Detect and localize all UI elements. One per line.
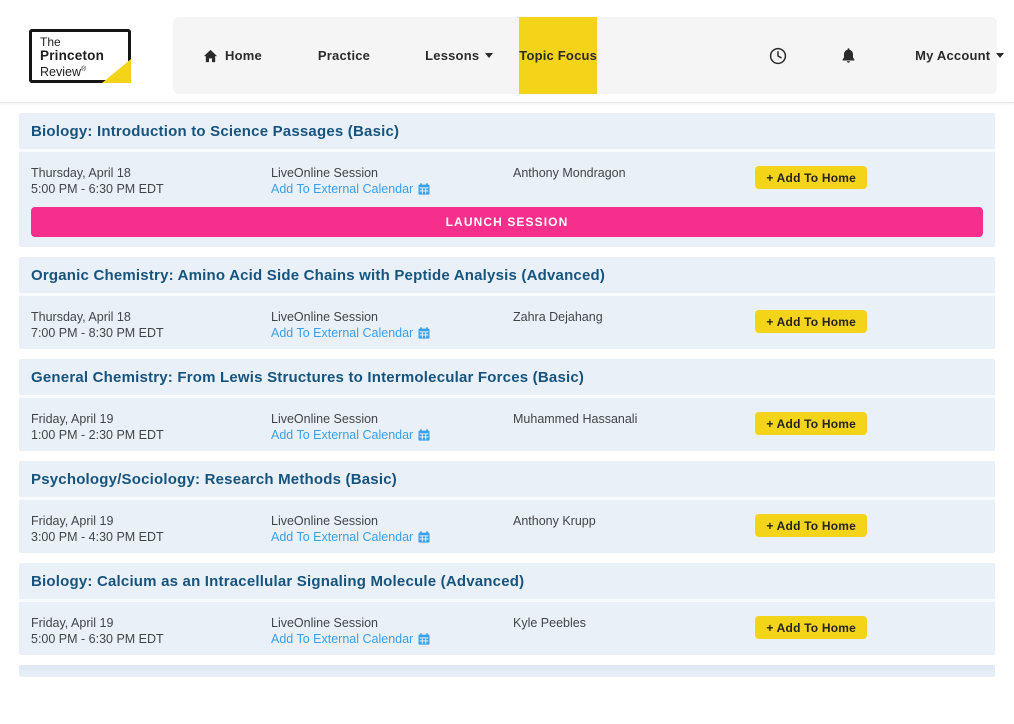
clock-button[interactable] bbox=[769, 47, 787, 65]
session-time: 1:00 PM - 2:30 PM EDT bbox=[31, 427, 271, 443]
session-datetime: Friday, April 19 3:00 PM - 4:30 PM EDT bbox=[31, 513, 271, 545]
session-list: Biology: Introduction to Science Passage… bbox=[0, 103, 1014, 677]
session-instructor: Kyle Peebles bbox=[513, 615, 755, 631]
session-card: Biology: Introduction to Science Passage… bbox=[19, 113, 995, 247]
session-card: Organic Chemistry: Amino Acid Side Chain… bbox=[19, 257, 995, 349]
session-title: Biology: Introduction to Science Passage… bbox=[31, 123, 399, 140]
add-to-external-calendar-link[interactable]: Add To External Calendar bbox=[271, 427, 430, 443]
session-title: General Chemistry: From Lewis Structures… bbox=[31, 369, 584, 386]
chevron-down-icon bbox=[996, 53, 1004, 58]
clock-icon bbox=[769, 47, 787, 65]
add-to-home-button[interactable]: + Add To Home bbox=[755, 166, 867, 189]
calendar-icon bbox=[418, 429, 430, 441]
chevron-down-icon bbox=[485, 53, 493, 58]
nav-item-practice[interactable]: Practice bbox=[318, 48, 370, 63]
session-date: Thursday, April 18 bbox=[31, 309, 271, 325]
add-to-external-calendar-link[interactable]: Add To External Calendar bbox=[271, 631, 430, 647]
next-card-partial bbox=[19, 665, 995, 677]
app-header: The Princeton Review® Home Practice Less… bbox=[0, 0, 1014, 103]
calendar-icon bbox=[418, 633, 430, 645]
session-card: Psychology/Sociology: Research Methods (… bbox=[19, 461, 995, 553]
session-datetime: Friday, April 19 1:00 PM - 2:30 PM EDT bbox=[31, 411, 271, 443]
add-to-external-calendar-link[interactable]: Add To External Calendar bbox=[271, 325, 430, 341]
nav-item-lessons[interactable]: Lessons bbox=[425, 48, 493, 63]
session-instructor: Anthony Mondragon bbox=[513, 165, 755, 181]
princeton-review-logo[interactable]: The Princeton Review® bbox=[29, 29, 131, 83]
session-title: Organic Chemistry: Amino Acid Side Chain… bbox=[31, 267, 605, 284]
session-datetime: Thursday, April 18 5:00 PM - 6:30 PM EDT bbox=[31, 165, 271, 197]
session-title: Biology: Calcium as an Intracellular Sig… bbox=[31, 573, 524, 590]
session-date: Friday, April 19 bbox=[31, 513, 271, 529]
logo-text-the: The bbox=[40, 35, 128, 49]
session-type-label: LiveOnline Session bbox=[271, 309, 513, 325]
session-datetime: Friday, April 19 5:00 PM - 6:30 PM EDT bbox=[31, 615, 271, 647]
bell-icon bbox=[840, 47, 857, 65]
session-instructor: Anthony Krupp bbox=[513, 513, 755, 529]
add-to-external-calendar-link[interactable]: Add To External Calendar bbox=[271, 529, 430, 545]
session-type-label: LiveOnline Session bbox=[271, 513, 513, 529]
session-type-label: LiveOnline Session bbox=[271, 411, 513, 427]
session-time: 3:00 PM - 4:30 PM EDT bbox=[31, 529, 271, 545]
home-icon bbox=[203, 49, 218, 63]
nav-item-my-account[interactable]: My Account bbox=[915, 48, 1004, 63]
session-date: Friday, April 19 bbox=[31, 615, 271, 631]
calendar-icon bbox=[418, 183, 430, 195]
notifications-button[interactable] bbox=[840, 47, 857, 65]
logo-yellow-triangle bbox=[102, 59, 131, 83]
session-card: Biology: Calcium as an Intracellular Sig… bbox=[19, 563, 995, 655]
launch-session-button[interactable]: LAUNCH SESSION bbox=[31, 207, 983, 237]
calendar-icon bbox=[418, 327, 430, 339]
session-title: Psychology/Sociology: Research Methods (… bbox=[31, 471, 397, 488]
calendar-icon bbox=[418, 531, 430, 543]
add-to-external-calendar-link[interactable]: Add To External Calendar bbox=[271, 181, 430, 197]
session-card: General Chemistry: From Lewis Structures… bbox=[19, 359, 995, 451]
session-date: Friday, April 19 bbox=[31, 411, 271, 427]
add-to-home-button[interactable]: + Add To Home bbox=[755, 310, 867, 333]
nav-item-home[interactable]: Home bbox=[203, 48, 262, 63]
nav-item-topic-focus[interactable]: Topic Focus bbox=[519, 17, 597, 94]
session-datetime: Thursday, April 18 7:00 PM - 8:30 PM EDT bbox=[31, 309, 271, 341]
session-type-label: LiveOnline Session bbox=[271, 615, 513, 631]
session-instructor: Muhammed Hassanali bbox=[513, 411, 755, 427]
session-time: 5:00 PM - 6:30 PM EDT bbox=[31, 181, 271, 197]
main-nav: Home Practice Lessons Topic Focus My Acc… bbox=[173, 17, 997, 94]
add-to-home-button[interactable]: + Add To Home bbox=[755, 412, 867, 435]
session-time: 7:00 PM - 8:30 PM EDT bbox=[31, 325, 271, 341]
add-to-home-button[interactable]: + Add To Home bbox=[755, 514, 867, 537]
session-type-label: LiveOnline Session bbox=[271, 165, 513, 181]
session-time: 5:00 PM - 6:30 PM EDT bbox=[31, 631, 271, 647]
session-date: Thursday, April 18 bbox=[31, 165, 271, 181]
add-to-home-button[interactable]: + Add To Home bbox=[755, 616, 867, 639]
session-instructor: Zahra Dejahang bbox=[513, 309, 755, 325]
